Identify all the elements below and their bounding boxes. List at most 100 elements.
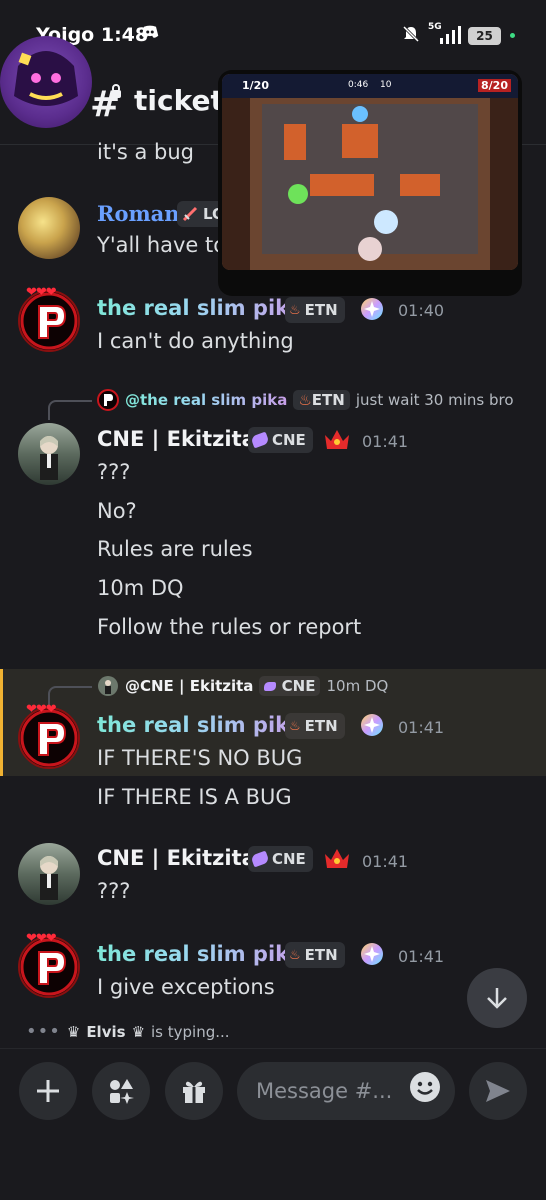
pika-p-logo-icon <box>20 938 78 996</box>
typing-user: Elvis <box>86 1022 126 1041</box>
reply-role-tag-label: ETN <box>311 391 345 409</box>
feather-icon <box>250 850 270 868</box>
pip-video-overlay[interactable]: 1/20 0:46 10 8/20 <box>218 70 522 296</box>
message-line: 10m DQ <box>97 576 184 600</box>
discord-notification-icon <box>141 25 159 38</box>
message-line: Follow the rules or report <box>97 615 362 639</box>
lock-icon <box>111 84 121 98</box>
send-button[interactable] <box>469 1062 527 1120</box>
pip-left-score: 1/20 <box>242 79 269 92</box>
crown-icon: ♛ <box>66 1022 81 1041</box>
message-composer: Message #... <box>0 1048 546 1200</box>
message-text: Y'all have to <box>97 233 227 257</box>
pika-p-logo-icon <box>20 292 78 350</box>
crown-badge-icon <box>325 849 349 868</box>
message-line: Rules are rules <box>97 537 253 561</box>
reply-role-tag: CNE <box>259 676 321 696</box>
battery-indicator: 25 <box>468 27 501 45</box>
role-tag-etn: ♨ ETN <box>285 713 345 739</box>
role-tag-etn: ♨ ETN <box>285 297 345 323</box>
role-tag-label: CNE <box>272 850 306 868</box>
sparkle-badge-icon <box>361 714 383 736</box>
message-text: ??? <box>97 879 131 903</box>
message-line: IF THERE IS A BUG <box>97 785 292 809</box>
server-avatar[interactable] <box>0 36 92 128</box>
send-icon <box>486 1080 510 1102</box>
fire-icon: ♨ <box>289 302 301 318</box>
username-the-real-slim-pika[interactable]: the real slim pika <box>97 296 303 320</box>
role-tag-label: ETN <box>304 301 338 319</box>
reply-text: 10m DQ <box>326 677 389 695</box>
reply-preview[interactable]: @CNE | Ekitzita CNE 10m DQ <box>97 675 388 697</box>
apps-button[interactable] <box>92 1062 150 1120</box>
emoji-button[interactable] <box>402 1064 448 1110</box>
heart-icon: ❤❤❤ <box>26 931 57 946</box>
attach-button[interactable] <box>19 1062 77 1120</box>
notifications-muted-icon <box>402 25 420 43</box>
reply-role-tag: ♨ETN <box>293 390 350 410</box>
message-timestamp: 01:41 <box>398 718 445 737</box>
privacy-dot <box>510 33 515 38</box>
avatar-cne-ekitzita[interactable] <box>18 423 80 485</box>
username-cne-ekitzita[interactable]: CNE | Ekitzita <box>97 846 256 870</box>
heart-icon: ❤❤❤ <box>26 285 57 300</box>
anime-character-icon <box>40 436 58 480</box>
message-text: I can't do anything <box>97 329 294 353</box>
message-line: No? <box>97 499 137 523</box>
plus-icon <box>37 1080 59 1102</box>
jump-to-bottom-button[interactable] <box>467 968 527 1028</box>
signal-icon <box>440 26 461 44</box>
fire-icon: ♨ <box>289 718 301 734</box>
avatar-cne-ekitzita[interactable] <box>18 843 80 905</box>
reply-mention[interactable]: @the real slim pika <box>125 391 287 409</box>
role-tag-label: CNE <box>272 431 306 449</box>
role-tag-label: ETN <box>304 946 338 964</box>
reply-avatar-cne <box>98 676 118 696</box>
message-text: I give exceptions <box>97 975 275 999</box>
pip-timer: 0:46 <box>348 80 369 90</box>
message-timestamp: 01:41 <box>398 947 445 966</box>
message-timestamp: 01:41 <box>362 432 409 451</box>
game-video-frame: 1/20 0:46 10 8/20 <box>222 74 518 270</box>
sword-icon <box>182 206 198 222</box>
username-cne-ekitzita[interactable]: CNE | Ekitzita <box>97 427 256 451</box>
pika-p-logo-icon <box>20 709 78 767</box>
message-line: ??? <box>97 460 131 484</box>
sparkle-badge-icon <box>361 943 383 965</box>
feather-icon <box>264 682 277 691</box>
message-text: it's a bug <box>97 140 194 164</box>
message-timestamp: 01:41 <box>362 852 409 871</box>
fire-icon: ♨ <box>298 391 312 409</box>
role-tag-cne: CNE <box>248 427 313 453</box>
avatar-roman[interactable] <box>18 197 80 259</box>
reply-mention[interactable]: @CNE | Ekitzita <box>125 677 253 695</box>
crown-badge-icon <box>325 430 349 449</box>
message-line: IF THERE'S NO BUG <box>97 746 303 770</box>
bot-avatar-icon <box>14 51 78 106</box>
gift-button[interactable] <box>165 1062 223 1120</box>
typing-dots-icon: ••• <box>26 1021 61 1042</box>
crown-icon: ♛ <box>131 1022 146 1041</box>
reply-preview[interactable]: @the real slim pika ♨ETN just wait 30 mi… <box>97 389 514 411</box>
fire-icon: ♨ <box>289 947 301 963</box>
reply-text: just wait 30 mins bro <box>355 391 514 409</box>
anime-character-icon <box>40 856 58 900</box>
game-scene-icon <box>222 74 518 270</box>
sparkle-badge-icon <box>361 298 383 320</box>
apps-icon <box>110 1079 134 1104</box>
reply-role-tag-label: CNE <box>281 677 316 695</box>
reply-connector <box>48 400 92 420</box>
role-tag-cne: CNE <box>248 846 313 872</box>
username-the-real-slim-pika[interactable]: the real slim pika <box>97 942 303 966</box>
typing-indicator: ••• ♛ Elvis ♛ is typing... <box>26 1021 230 1042</box>
message-timestamp: 01:40 <box>398 301 445 320</box>
arrow-down-icon <box>487 988 507 1009</box>
username-roman[interactable]: Roman <box>97 201 180 226</box>
heart-icon: ❤❤❤ <box>26 702 57 717</box>
role-tag-label: ETN <box>304 717 338 735</box>
pip-count: 10 <box>380 80 392 90</box>
smiley-icon <box>410 1072 440 1102</box>
pip-right-score: 8/20 <box>478 79 511 92</box>
username-the-real-slim-pika[interactable]: the real slim pika <box>97 713 303 737</box>
feather-icon <box>250 431 270 449</box>
